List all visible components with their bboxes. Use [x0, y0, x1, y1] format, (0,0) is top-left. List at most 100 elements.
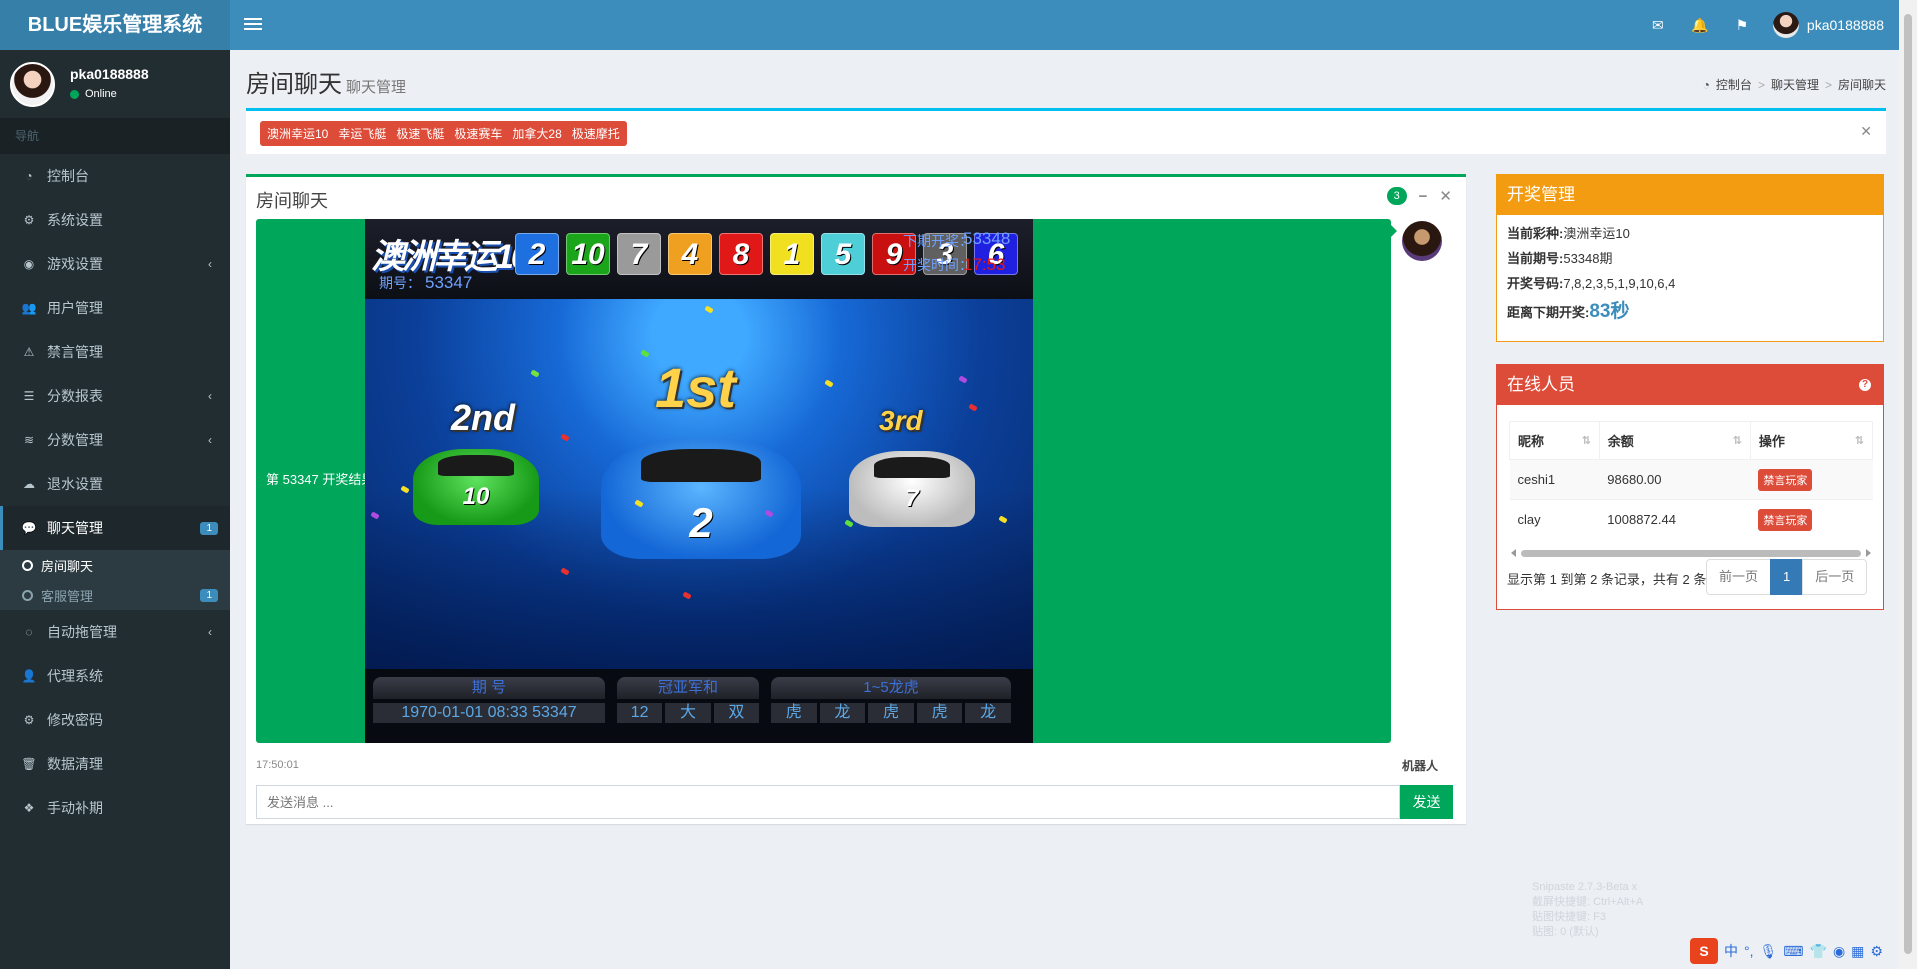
sidebar-item-password[interactable]: ⚙ 修改密码 — [0, 698, 230, 742]
cubes-icon: ❖ — [23, 801, 35, 815]
minus-icon[interactable]: − — [1419, 188, 1428, 205]
scroll-right-icon[interactable] — [1866, 549, 1871, 557]
chat-badge: 1 — [200, 521, 218, 535]
sidebar-item-score-report[interactable]: ☰ 分数报表 ‹ — [0, 374, 230, 418]
punctuation-icon[interactable]: °, — [1744, 943, 1754, 959]
breadcrumb-room-chat: 房间聊天 — [1837, 78, 1886, 92]
avatar — [10, 62, 55, 107]
lottery-tag[interactable]: 幸运飞艇 — [333, 123, 391, 144]
bell-icon[interactable]: 🔔 — [1679, 0, 1721, 50]
lottery-logo: 澳洲幸运10 — [371, 238, 530, 276]
user-menu[interactable]: pka0188888 — [1763, 12, 1899, 38]
chat-messages[interactable]: 第 53347 开奖结果! 澳洲幸运10 期号： 53347 2 10 7 4 8 1 5 9 3… — [256, 219, 1446, 749]
lottery-tag[interactable]: 极速摩托 — [567, 123, 625, 144]
column-header-action[interactable]: 操作 ⇅ — [1749, 421, 1874, 460]
sidebar-item-chat[interactable]: 💬 聊天管理 1 — [0, 506, 230, 550]
dragon-tiger-cell: 虎 — [771, 703, 817, 723]
lottery-tag[interactable]: 加拿大28 — [507, 123, 566, 144]
online-users-box: 在线人员? 昵称 ⇅ 余额 ⇅ 操作 ⇅ ceshi1 98680.00 禁言玩家 c… — [1496, 364, 1884, 610]
column-header-balance[interactable]: 余额 ⇅ — [1598, 421, 1751, 460]
flag-icon[interactable]: ⚑ — [1721, 0, 1763, 50]
sidebar-item-system-settings[interactable]: ⚙ 系统设置 — [0, 198, 230, 242]
sum-cell: 双 — [713, 703, 759, 723]
sidebar-toggle-icon[interactable] — [244, 15, 262, 33]
database-icon: ≋ — [23, 433, 35, 447]
second-place-car: 10 — [413, 449, 539, 525]
question-icon[interactable]: ? — [1859, 379, 1871, 391]
table-horizontal-scrollbar[interactable] — [1509, 547, 1873, 559]
lottery-tag[interactable]: 澳洲幸运10 — [262, 123, 333, 144]
skin-icon[interactable]: 👕 — [1810, 943, 1827, 960]
submenu-item-room-chat[interactable]: 房间聊天 — [0, 550, 230, 580]
sidebar-item-auto-bot[interactable]: ◌ 自动拖管理 ‹ — [0, 610, 230, 654]
sidebar-item-users[interactable]: 👥 用户管理 — [0, 286, 230, 330]
send-row: 发送 — [256, 785, 1453, 819]
result-ball: 7 — [617, 233, 661, 275]
settings-icon[interactable]: ⚙ — [1870, 943, 1883, 960]
sidebar-item-data-clean[interactable]: 🗑 数据清理 — [0, 742, 230, 786]
page-button[interactable]: 1 — [1770, 559, 1804, 595]
breadcrumb-chat[interactable]: 聊天管理 — [1771, 76, 1819, 93]
scrollbar-thumb[interactable] — [1521, 550, 1861, 557]
close-icon[interactable]: ✕ — [1860, 123, 1872, 140]
pagination: 前一页 1 后一页 — [1706, 559, 1868, 595]
microphone-icon[interactable]: 🎙 — [1760, 943, 1778, 960]
breadcrumb-separator: > — [1824, 77, 1832, 92]
scroll-left-icon[interactable] — [1511, 549, 1516, 557]
next-draw-issue: 53348 — [963, 229, 1011, 248]
warning-icon: ⚠ — [23, 345, 35, 359]
page-scrollbar[interactable] — [1899, 0, 1917, 969]
room-chat-box: 房间聊天 3 − ✕ 第 53347 开奖结果! 澳洲幸运10 期号： 53347… — [246, 174, 1466, 824]
close-icon[interactable]: ✕ — [1439, 187, 1452, 205]
next-page-button[interactable]: 后一页 — [1802, 559, 1868, 595]
send-button[interactable]: 发送 — [1400, 785, 1453, 819]
current-issue: 当前期号:53348期 — [1507, 251, 1613, 266]
column-header-nickname[interactable]: 昵称 ⇅ — [1509, 421, 1600, 460]
draw-management-box: 开奖管理 当前彩种:澳洲幸运10 当前期号:53348期 开奖号码:7,8,2,… — [1496, 174, 1884, 342]
sogou-logo-icon[interactable]: S — [1690, 938, 1718, 964]
message-count-badge: 3 — [1386, 187, 1407, 205]
mute-player-button[interactable]: 禁言玩家 — [1758, 508, 1813, 531]
message-time: 17:50:01 — [256, 759, 299, 771]
lottery-tag[interactable]: 极速飞艇 — [391, 123, 449, 144]
ime-language[interactable]: 中 — [1724, 941, 1738, 961]
lottery-tag[interactable]: 极速赛车 — [449, 123, 507, 144]
mail-icon[interactable]: ✉ — [1637, 0, 1679, 50]
nav-header: 导航 — [0, 118, 230, 154]
sidebar-item-agent[interactable]: 👤 代理系统 — [0, 654, 230, 698]
message-text: 第 53347 开奖结果! — [266, 472, 378, 487]
submenu-item-customer-service[interactable]: 客服管理 1 — [0, 580, 230, 610]
cell-nickname: ceshi1 — [1509, 459, 1600, 500]
first-place-car: 2 — [601, 439, 801, 559]
game-icon[interactable]: ◉ — [1833, 943, 1845, 960]
first-car-number: 2 — [689, 499, 713, 546]
top-navbar: ✉ 🔔 ⚑ pka0188888 — [230, 0, 1899, 50]
sidebar-item-rebate[interactable]: ☁ 退水设置 — [0, 462, 230, 506]
gamepad-icon: ◉ — [23, 257, 35, 271]
breadcrumb-dashboard[interactable]: 控制台 — [1716, 76, 1752, 93]
second-place-label: 2nd — [451, 397, 516, 438]
prev-page-button[interactable]: 前一页 — [1706, 559, 1772, 595]
mute-player-button[interactable]: 禁言玩家 — [1758, 468, 1813, 491]
result-header: 澳洲幸运10 期号： 53347 2 10 7 4 8 1 5 9 3 6 下期开奖： 53348 … — [365, 219, 1033, 299]
message-input[interactable] — [256, 785, 1400, 819]
app-logo[interactable]: BLUE娱乐管理系统 — [0, 0, 230, 50]
third-car-number: 7 — [905, 485, 919, 512]
sidebar-item-dashboard[interactable]: ◔ 控制台 — [0, 154, 230, 198]
result-ball: 5 — [821, 233, 865, 275]
username: pka0188888 — [1806, 17, 1884, 33]
sidebar-item-manual-issue[interactable]: ❖ 手动补期 — [0, 786, 230, 830]
keyboard-icon[interactable]: ⌨ — [1783, 943, 1803, 960]
sidebar-item-score-manage[interactable]: ≋ 分数管理 ‹ — [0, 418, 230, 462]
user-panel: pka0188888 Online — [0, 50, 230, 118]
comment-icon: ◌ — [25, 625, 33, 639]
sidebar-item-mute[interactable]: ⚠ 禁言管理 — [0, 330, 230, 374]
toolbox-icon[interactable]: ▦ — [1851, 943, 1864, 960]
list-icon: ☰ — [23, 389, 35, 403]
scrollbar-thumb[interactable] — [1904, 14, 1912, 954]
sidebar-item-game-settings[interactable]: ◉ 游戏设置 ‹ — [0, 242, 230, 286]
dragon-tiger-cell: 龙 — [819, 703, 866, 723]
page-subtitle: 聊天管理 — [346, 79, 407, 96]
message-bubble: 第 53347 开奖结果! 澳洲幸运10 期号： 53347 2 10 7 4 8 1 5 9 3… — [256, 219, 1391, 743]
dragon-tiger-cell: 龙 — [965, 703, 1011, 723]
